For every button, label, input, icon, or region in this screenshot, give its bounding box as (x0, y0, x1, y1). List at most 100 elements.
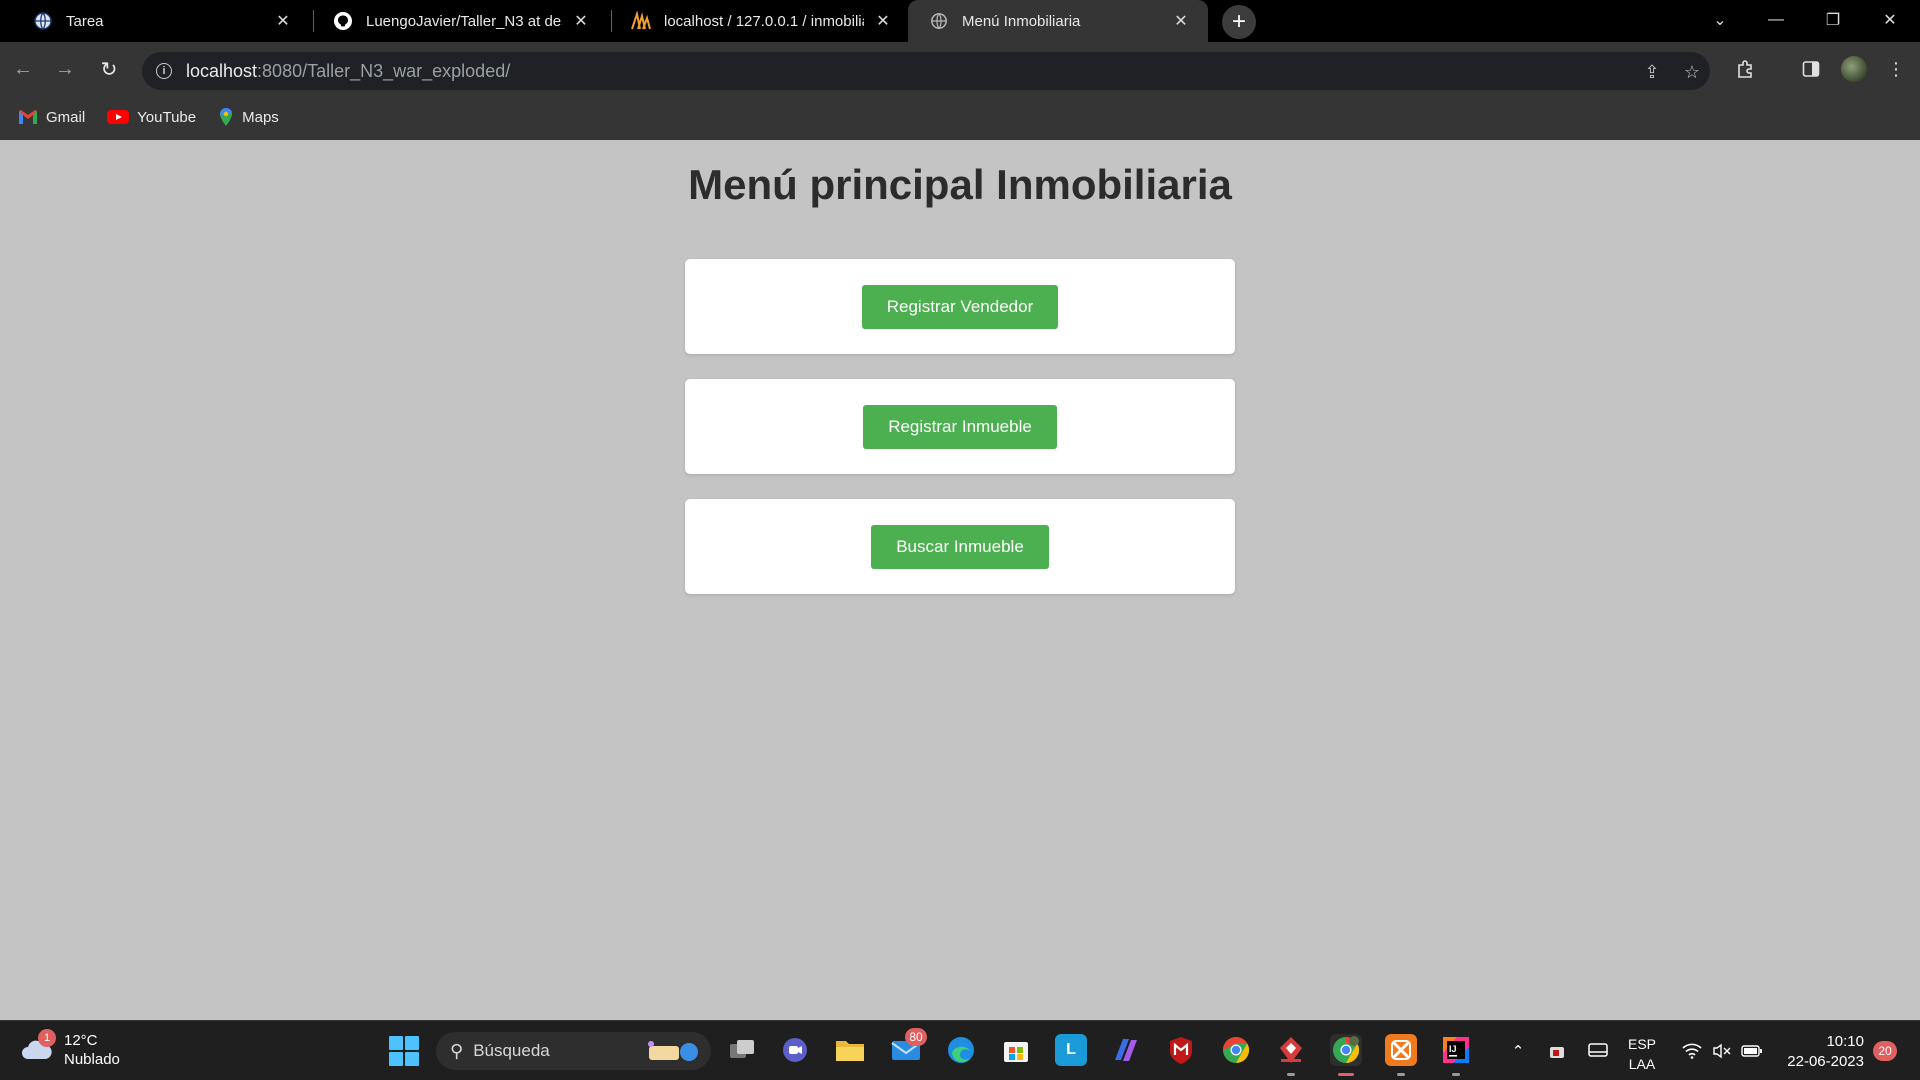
window-close-icon[interactable]: ✕ (1862, 0, 1918, 40)
git-gem-icon[interactable] (1275, 1034, 1307, 1076)
close-icon[interactable]: ✕ (1170, 10, 1192, 32)
copilot-icon[interactable] (1110, 1034, 1142, 1066)
url-text[interactable]: localhost:8080/Taller_N3_war_exploded/ (186, 61, 510, 82)
menu-card-vendedor: Registrar Vendedor (685, 259, 1235, 354)
tab-phpmyadmin[interactable]: localhost / 127.0.0.1 / inmobilia ✕ (620, 0, 904, 42)
bookmark-gmail[interactable]: Gmail (18, 109, 85, 126)
github-icon (332, 10, 354, 32)
browser-tab-strip: Tarea ✕ LuengoJavier/Taller_N3 at desar … (0, 0, 1920, 42)
tab-github[interactable]: LuengoJavier/Taller_N3 at desar ✕ (322, 0, 602, 42)
reload-icon[interactable]: ↻ (92, 52, 126, 86)
bookmark-label: Maps (242, 108, 279, 126)
cloud-icon: 1 (20, 1029, 56, 1063)
url-host: localhost (186, 60, 258, 81)
speaker-muted-icon[interactable] (1710, 1039, 1734, 1063)
url-path: :8080/Taller_N3_war_exploded/ (257, 60, 511, 81)
microsoft-store-icon[interactable] (1000, 1034, 1032, 1066)
teams-chat-icon[interactable] (779, 1034, 811, 1066)
globe-icon (32, 10, 54, 32)
tab-search-chevron-icon[interactable]: ⌄ (1692, 0, 1748, 40)
language-indicator[interactable]: ESP LAA (1628, 1034, 1656, 1074)
back-arrow-icon[interactable]: ← (6, 52, 40, 86)
task-view-icon[interactable] (726, 1034, 758, 1066)
system-clock[interactable]: 10:10 22-06-2023 (1778, 1032, 1864, 1072)
menu-card-inmueble: Registrar Inmueble (685, 379, 1235, 474)
bookmark-youtube[interactable]: YouTube (107, 109, 196, 126)
forward-arrow-icon[interactable]: → (48, 52, 82, 86)
app-running-indicator (1287, 1073, 1295, 1076)
tab-title: LuengoJavier/Taller_N3 at desar (366, 12, 562, 30)
search-highlight-icon (648, 1041, 698, 1061)
tab-separator (313, 10, 314, 32)
weather-widget[interactable]: 1 12°C Nublado (20, 1029, 120, 1069)
edge-browser-icon[interactable] (945, 1034, 977, 1066)
file-explorer-icon[interactable] (834, 1034, 866, 1066)
tab-separator (611, 10, 612, 32)
chrome-profile-icon[interactable] (1330, 1034, 1362, 1076)
xampp-icon[interactable] (1385, 1034, 1417, 1076)
search-icon: ⚲ (450, 1040, 464, 1061)
taskbar-search[interactable]: ⚲ Búsqueda (436, 1032, 711, 1070)
close-icon[interactable]: ✕ (272, 10, 294, 32)
windows-taskbar: 1 12°C Nublado ⚲ Búsqueda 80 L IJ ⌃ ESP … (0, 1020, 1920, 1080)
tab-title: Menú Inmobiliaria (962, 12, 1081, 30)
tab-tarea[interactable]: Tarea ✕ (22, 0, 304, 42)
weather-badge: 1 (38, 1029, 56, 1047)
bookmark-maps[interactable]: Maps (218, 107, 279, 127)
bookmarks-bar: Gmail YouTube Maps (0, 100, 301, 134)
keyboard-layout: LAA (1628, 1056, 1656, 1072)
browser-toolbar: ← → ↻ i localhost:8080/Taller_N3_war_exp… (0, 42, 1920, 140)
clock-date: 22-06-2023 (1787, 1053, 1864, 1070)
page-title: Menú principal Inmobiliaria (688, 161, 1232, 208)
display-icon[interactable] (1586, 1039, 1610, 1063)
notification-badge[interactable]: 20 (1873, 1041, 1897, 1061)
tab-title: localhost / 127.0.0.1 / inmobilia (664, 12, 864, 30)
close-icon[interactable]: ✕ (872, 10, 894, 32)
new-tab-button[interactable]: + (1222, 5, 1256, 39)
address-bar[interactable]: i localhost:8080/Taller_N3_war_exploded/… (142, 52, 1710, 90)
app-running-indicator (1338, 1073, 1354, 1076)
wifi-icon[interactable] (1680, 1039, 1704, 1063)
phpmyadmin-icon (630, 10, 652, 32)
mail-badge: 80 (905, 1028, 927, 1046)
gmail-icon (18, 109, 38, 125)
svg-text:IJ: IJ (1449, 1044, 1457, 1054)
youtube-icon (107, 109, 130, 125)
extensions-icon[interactable] (1731, 54, 1761, 84)
menu-kebab-icon[interactable]: ⋮ (1881, 54, 1911, 84)
bookmark-label: YouTube (137, 108, 197, 126)
maps-icon (218, 107, 234, 127)
windows-start-icon[interactable] (389, 1036, 419, 1066)
l-app-icon[interactable]: L (1055, 1034, 1087, 1066)
app-running-indicator (1397, 1073, 1405, 1076)
chevron-up-icon[interactable]: ⌃ (1506, 1039, 1530, 1063)
search-placeholder: Búsqueda (473, 1041, 550, 1060)
clock-time: 10:10 (1826, 1033, 1864, 1050)
bookmark-label: Gmail (46, 108, 86, 126)
mcafee-icon[interactable] (1165, 1034, 1197, 1066)
menu-card-buscar: Buscar Inmueble (685, 499, 1235, 594)
weather-text: 12°C Nublado (64, 1031, 120, 1069)
close-icon[interactable]: ✕ (570, 10, 592, 32)
site-info-icon[interactable]: i (156, 63, 172, 79)
share-icon[interactable]: ⇪ (1640, 61, 1664, 83)
intellij-icon[interactable]: IJ (1440, 1034, 1472, 1076)
registrar-vendedor-button[interactable]: Registrar Vendedor (861, 284, 1059, 329)
bookmark-star-icon[interactable]: ☆ (1680, 61, 1704, 83)
weather-temperature: 12°C (64, 1032, 98, 1049)
side-panel-icon[interactable] (1796, 54, 1826, 84)
minimize-icon[interactable]: — (1748, 0, 1804, 40)
restore-icon[interactable]: ❐ (1805, 0, 1861, 40)
globe-icon (928, 10, 950, 32)
battery-icon[interactable] (1740, 1039, 1764, 1063)
profile-avatar[interactable] (1841, 56, 1867, 82)
tab-menu-inmobiliaria[interactable]: Menú Inmobiliaria ✕ (908, 0, 1208, 42)
tab-title: Tarea (66, 12, 104, 30)
registrar-inmueble-button[interactable]: Registrar Inmueble (863, 404, 1057, 449)
language-code: ESP (1628, 1036, 1657, 1052)
app-running-indicator (1452, 1073, 1460, 1076)
tray-app-icon[interactable] (1545, 1039, 1569, 1063)
buscar-inmueble-button[interactable]: Buscar Inmueble (871, 524, 1049, 569)
weather-condition: Nublado (64, 1051, 120, 1068)
chrome-icon[interactable] (1220, 1034, 1252, 1066)
